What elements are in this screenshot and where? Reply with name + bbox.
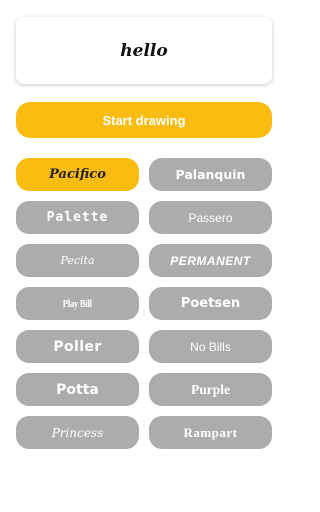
font-option-permanent[interactable]: Permanent xyxy=(149,244,272,277)
font-option-play-bill-label: Play Bill xyxy=(62,297,93,310)
start-drawing-button[interactable]: Start drawing xyxy=(16,102,272,138)
font-option-poller[interactable]: Poller xyxy=(16,330,139,363)
preview-text: hello xyxy=(120,40,168,61)
font-option-pacifico[interactable]: Pacifico xyxy=(16,158,139,191)
font-option-palette[interactable]: Palette xyxy=(16,201,139,234)
font-option-rampart[interactable]: Rampart xyxy=(149,416,272,449)
font-option-passero[interactable]: Passero xyxy=(149,201,272,234)
font-option-princess[interactable]: Princess xyxy=(16,416,139,449)
font-option-pecita[interactable]: Pecita xyxy=(16,244,139,277)
font-option-no-bills[interactable]: No Bills xyxy=(149,330,272,363)
font-option-potta[interactable]: Potta xyxy=(16,373,139,406)
font-option-purple[interactable]: Purple xyxy=(149,373,272,406)
font-grid: Pacifico Palanquin Palette Passero Pecit… xyxy=(16,158,272,449)
font-option-poetsen[interactable]: Poetsen xyxy=(149,287,272,320)
preview-card: hello xyxy=(16,17,272,84)
font-option-play-bill[interactable]: Play Bill xyxy=(16,287,139,320)
font-option-palanquin[interactable]: Palanquin xyxy=(149,158,272,191)
